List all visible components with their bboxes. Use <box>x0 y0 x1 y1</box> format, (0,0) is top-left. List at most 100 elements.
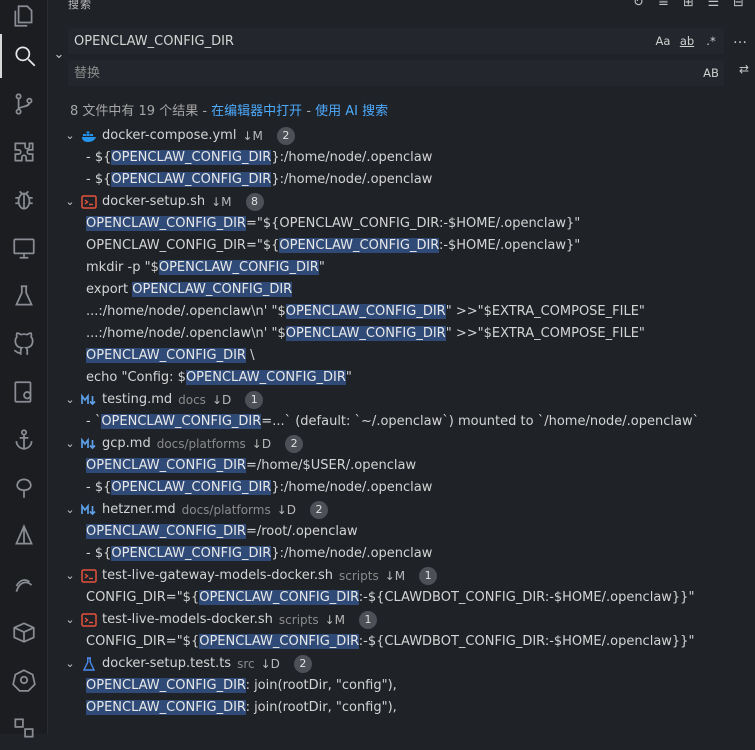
file-result-row[interactable]: ⌄ docker-setup.sh ↓M 8 <box>48 191 755 213</box>
file-result-row[interactable]: ⌄ docker-compose.yml ↓M 2 <box>48 125 755 147</box>
match-row[interactable]: OPENCLAW_CONFIG_DIR \ <box>48 345 755 367</box>
match-row[interactable]: OPENCLAW_CONFIG_DIR="${OPENCLAW_CONFIG_D… <box>48 235 755 257</box>
file-result-row[interactable]: ⌄ hetzner.md docs/platforms ↓D 2 <box>48 499 755 521</box>
markdown-icon <box>80 392 98 408</box>
match-context: " >>"$EXTRA_COMPOSE_FILE" <box>445 304 645 319</box>
logo-icon[interactable] <box>0 562 48 606</box>
match-context: - ${ <box>86 546 112 561</box>
chevron-down-icon[interactable]: ⌄ <box>62 433 78 455</box>
settings-sync-icon[interactable] <box>0 370 48 414</box>
ai-search-link[interactable]: 使用 AI 搜索 <box>315 104 388 119</box>
match-context: :-${CLAWDBOT_CONFIG_DIR:-$HOME/.openclaw… <box>358 590 695 605</box>
replace-box: AB <box>68 60 724 86</box>
debug-icon[interactable] <box>0 178 48 222</box>
git-status: ↓M <box>384 569 406 583</box>
match-highlight: OPENCLAW_CONFIG_DIR <box>185 370 346 385</box>
file-name: gcp.md <box>102 436 151 451</box>
file-result-row[interactable]: ⌄ gcp.md docs/platforms ↓D 2 <box>48 433 755 455</box>
chevron-down-icon[interactable]: ⌄ <box>62 191 78 213</box>
match-row[interactable]: ...:/home/node/.openclaw\n' "$OPENCLAW_C… <box>48 301 755 323</box>
match-count-badge: 2 <box>293 655 312 673</box>
match-highlight: OPENCLAW_CONFIG_DIR <box>86 348 246 363</box>
match-row[interactable]: OPENCLAW_CONFIG_DIR: join(rootDir, "conf… <box>48 697 755 719</box>
match-case-toggle[interactable]: Aa <box>654 31 672 51</box>
chevron-down-icon[interactable]: ⌄ <box>62 125 78 147</box>
chevron-down-icon[interactable]: ⌄ <box>62 565 78 587</box>
extensions-icon[interactable] <box>0 130 48 174</box>
file-result-row[interactable]: ⌄ test-live-gateway-models-docker.sh scrip… <box>48 565 755 587</box>
match-row[interactable]: mkdir -p "$OPENCLAW_CONFIG_DIR" <box>48 257 755 279</box>
match-row[interactable]: - ${OPENCLAW_CONFIG_DIR}:/home/node/.ope… <box>48 543 755 565</box>
chevron-down-icon[interactable]: ⌄ <box>62 653 78 675</box>
tree-icon[interactable] <box>0 466 48 510</box>
file-result-row[interactable]: ⌄ test-live-models-docker.sh scripts ↓M 1 <box>48 609 755 631</box>
sail-icon[interactable] <box>0 514 48 558</box>
file-result-row[interactable]: ⌄ testing.md docs ↓D 1 <box>48 389 755 411</box>
match-row[interactable]: export OPENCLAW_CONFIG_DIR <box>48 279 755 301</box>
anchor-icon[interactable] <box>0 418 48 462</box>
match-context: : join(rootDir, "config"), <box>245 700 397 715</box>
shell-icon <box>80 568 98 584</box>
toggle-replace-chevron-icon[interactable]: ⌄ <box>52 44 66 64</box>
chevron-down-icon[interactable]: ⌄ <box>62 389 78 411</box>
match-row[interactable]: OPENCLAW_CONFIG_DIR=/root/.openclaw <box>48 521 755 543</box>
remote-explorer-icon[interactable] <box>0 226 48 270</box>
match-row[interactable]: OPENCLAW_CONFIG_DIR=/home/$USER/.opencla… <box>48 455 755 477</box>
docker-icon <box>80 128 98 144</box>
match-count-badge: 1 <box>245 391 264 409</box>
match-row[interactable]: - ${OPENCLAW_CONFIG_DIR}:/home/node/.ope… <box>48 477 755 499</box>
match-row[interactable]: CONFIG_DIR="${OPENCLAW_CONFIG_DIR:-${CLA… <box>48 587 755 609</box>
match-row[interactable]: - ${OPENCLAW_CONFIG_DIR}:/home/node/.ope… <box>48 169 755 191</box>
match-row[interactable]: - ${OPENCLAW_CONFIG_DIR}:/home/node/.ope… <box>48 147 755 169</box>
open-in-editor-link[interactable]: 在编辑器中打开 <box>211 104 302 119</box>
file-directory: scripts <box>339 569 379 583</box>
match-highlight: OPENCLAW_CONFIG_DIR <box>279 238 439 253</box>
chevron-down-icon[interactable]: ⌄ <box>62 499 78 521</box>
match-whole-word-toggle[interactable]: ab <box>678 31 696 51</box>
refresh-icon[interactable]: ↻ <box>630 0 647 11</box>
match-row[interactable]: ...:/home/node/.openclaw\n' "$OPENCLAW_C… <box>48 323 755 345</box>
match-highlight: OPENCLAW_CONFIG_DIR <box>86 458 246 473</box>
match-row[interactable]: CONFIG_DIR="${OPENCLAW_CONFIG_DIR:-${CLA… <box>48 631 755 653</box>
match-highlight: OPENCLAW_CONFIG_DIR <box>86 678 246 693</box>
file-result-row[interactable]: ⌄ docker-setup.test.ts src ↓D 2 <box>48 653 755 675</box>
match-row[interactable]: echo "Config: $OPENCLAW_CONFIG_DIR" <box>48 367 755 389</box>
search-details-icon[interactable]: … <box>733 31 747 47</box>
match-row[interactable]: OPENCLAW_CONFIG_DIR: join(rootDir, "conf… <box>48 675 755 697</box>
search-input[interactable] <box>68 32 636 50</box>
view-as-tree-icon[interactable]: ☰ <box>705 0 722 11</box>
package-icon[interactable] <box>0 610 48 654</box>
match-context: export <box>86 282 133 297</box>
match-context: }:/home/node/.openclaw <box>271 546 433 561</box>
explorer-icon[interactable] <box>0 0 48 38</box>
panel-actions: ↻ ≡ ⊞ ☰ ⊟ <box>630 0 747 11</box>
chevron-down-icon[interactable]: ⌄ <box>62 609 78 631</box>
match-count-badge: 1 <box>359 611 378 629</box>
match-context: ...:/home/node/.openclaw\n' "$ <box>86 304 286 319</box>
source-control-icon[interactable] <box>0 82 48 126</box>
git-status: ↓M <box>242 129 263 143</box>
kubernetes-icon[interactable] <box>0 658 48 702</box>
match-highlight: OPENCLAW_CONFIG_DIR <box>132 282 293 297</box>
github-icon[interactable] <box>0 322 48 366</box>
replace-all-icon[interactable]: ⇄ <box>739 62 749 76</box>
git-status: ↓M <box>211 195 232 209</box>
use-regex-toggle[interactable]: .* <box>702 31 720 51</box>
file-name: docker-setup.sh <box>102 194 206 209</box>
search-icon[interactable] <box>0 34 48 78</box>
match-row[interactable]: - `OPENCLAW_CONFIG_DIR=...` (default: `~… <box>48 411 755 433</box>
match-highlight: OPENCLAW_CONFIG_DIR <box>111 546 272 561</box>
more-icon[interactable] <box>0 706 48 750</box>
testing-icon[interactable] <box>0 274 48 318</box>
match-context: \ <box>245 348 255 363</box>
file-name: testing.md <box>102 392 173 407</box>
preserve-case-toggle[interactable]: AB <box>702 63 720 83</box>
collapse-all-icon[interactable]: ⊟ <box>730 0 747 11</box>
match-row[interactable]: OPENCLAW_CONFIG_DIR="${OPENCLAW_CONFIG_D… <box>48 213 755 235</box>
match-context: =...` (default: `~/.openclaw`) mounted t… <box>261 414 700 429</box>
replace-input[interactable] <box>68 64 636 82</box>
new-search-editor-icon[interactable]: ⊞ <box>680 0 697 11</box>
file-directory: src <box>237 657 255 671</box>
search-panel: 搜索 ↻ ≡ ⊞ ☰ ⊟ ⌄ Aa ab .* … AB ⇄ 8 文件中有 19… <box>48 0 755 734</box>
clear-results-icon[interactable]: ≡ <box>655 0 672 11</box>
